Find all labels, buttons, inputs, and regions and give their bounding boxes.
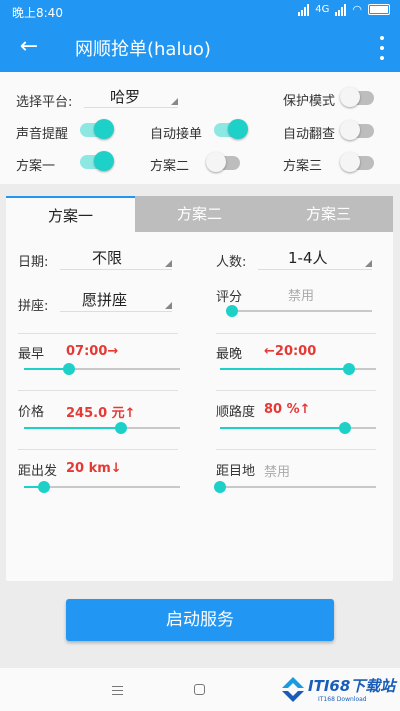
tab-plan1[interactable]: 方案一 [6,196,135,232]
plan1-switch[interactable] [80,151,114,171]
network-label: 4G [315,4,330,15]
status-time: 晚上8:40 [12,6,63,20]
divider [216,390,376,391]
platform-value: 哈罗 [110,88,141,106]
start-service-button[interactable]: 启动服务 [66,599,334,641]
protect-mode-switch[interactable] [340,87,374,107]
route-label: 顺路度 [216,405,256,420]
latest-slider[interactable] [220,363,376,375]
date-dropdown[interactable]: 不限 [60,246,172,270]
auto-accept-switch[interactable] [214,119,248,139]
watermark-text: ITI68下载站 [308,677,396,695]
platform-label: 选择平台: [16,95,73,110]
back-arrow-icon[interactable]: ← [14,32,44,62]
menu-icon[interactable] [112,686,123,695]
dest-distance-label: 距目地 [216,464,256,479]
divider [18,333,178,334]
dest-distance-value: 禁用 [264,465,291,480]
date-value: 不限 [92,249,123,267]
dest-distance-slider[interactable] [214,481,376,493]
slider-thumb[interactable] [214,481,226,493]
wifi-icon: ◠ [352,3,362,16]
carpool-dropdown[interactable]: 愿拼座 [60,288,172,312]
watermark: ITI68下载站 IT168 Download [278,670,398,710]
home-icon[interactable] [194,684,205,695]
dropdown-arrow-icon [165,260,172,267]
people-value: 1-4人 [288,249,328,267]
page-title: 网顺抢单(haluo) [75,39,211,60]
slider-thumb[interactable] [114,422,127,434]
status-bar: 晚上8:40 4G ◠ [0,0,400,22]
rating-value: 禁用 [288,289,315,304]
tab-plan3[interactable]: 方案三 [264,196,393,232]
signal-icon-2 [335,3,347,16]
divider [18,390,178,391]
price-label: 价格 [18,405,45,420]
earliest-label: 最早 [18,347,45,362]
tab-plan2[interactable]: 方案二 [135,196,264,232]
watermark-logo-icon [282,677,304,702]
earliest-slider[interactable] [24,363,180,375]
protect-mode-label: 保护模式 [283,94,336,109]
auto-flip-switch[interactable] [340,120,374,140]
sound-label: 声音提醒 [16,127,69,142]
price-slider[interactable] [24,422,180,434]
app-toolbar: ← 网顺抢单(haluo) [0,22,400,72]
divider [18,449,178,450]
plan-tabs: 方案一 方案二 方案三 [6,196,393,232]
dropdown-arrow-icon [165,302,172,309]
depart-distance-value: 20 km↓ [66,461,122,476]
depart-distance-label: 距出发 [18,464,58,479]
plan1-label: 方案一 [16,159,56,174]
depart-distance-slider[interactable] [24,481,180,493]
auto-flip-label: 自动翻查 [283,127,336,142]
sound-switch[interactable] [80,119,114,139]
divider [216,449,376,450]
system-icons: 4G ◠ [298,3,390,16]
earliest-value: 07:00→ [66,344,119,359]
people-label: 人数: [216,255,247,270]
platform-dropdown[interactable]: 哈罗 [84,86,178,108]
signal-icon [298,3,310,16]
rating-slider[interactable] [226,305,372,317]
plan2-switch[interactable] [206,152,240,172]
plan3-switch[interactable] [340,152,374,172]
carpool-value: 愿拼座 [82,291,128,309]
plan3-label: 方案三 [283,159,323,174]
slider-thumb[interactable] [343,363,356,375]
date-label: 日期: [18,255,49,270]
watermark-subtext: IT168 Download [318,696,367,703]
route-value: 80 %↑ [264,402,311,417]
price-value: 245.0 元↑ [66,406,136,421]
auto-accept-label: 自动接单 [150,127,203,142]
dropdown-arrow-icon [171,98,178,105]
divider [216,333,376,334]
route-slider[interactable] [220,422,376,434]
more-vertical-icon[interactable] [378,36,386,60]
latest-label: 最晚 [216,347,243,362]
battery-charging-icon [368,4,390,15]
latest-value: ←20:00 [264,344,317,359]
plan-card: 方案一 方案二 方案三 日期: 不限 人数: 1-4人 拼座: 愿拼座 评分 禁… [6,196,393,581]
slider-thumb[interactable] [63,363,76,375]
settings-panel: 选择平台: 哈罗 保护模式 声音提醒 自动接单 自动翻查 方案一 方案二 方案三 [0,72,400,184]
slider-thumb[interactable] [38,481,51,493]
slider-thumb[interactable] [226,305,238,317]
plan2-label: 方案二 [150,159,190,174]
slider-thumb[interactable] [338,422,351,434]
people-dropdown[interactable]: 1-4人 [258,246,372,270]
rating-label: 评分 [216,290,243,305]
carpool-label: 拼座: [18,299,49,314]
dropdown-arrow-icon [365,260,372,267]
